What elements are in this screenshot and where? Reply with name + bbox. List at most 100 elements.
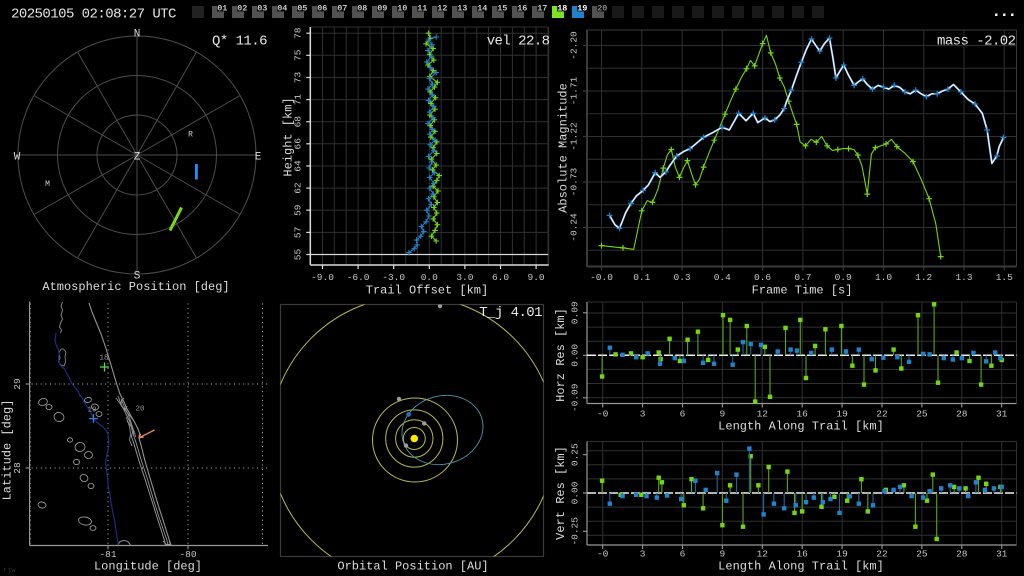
svg-text:75: 75 <box>293 49 304 61</box>
svg-text:19: 19 <box>836 409 848 420</box>
svg-text:0.4: 0.4 <box>714 272 731 283</box>
svg-text:1.2: 1.2 <box>915 272 932 283</box>
svg-text:06: 06 <box>317 3 327 13</box>
svg-text:0.1: 0.1 <box>633 272 650 283</box>
svg-text:18: 18 <box>99 355 108 363</box>
svg-text:22: 22 <box>876 549 888 560</box>
svg-text:12: 12 <box>757 409 769 420</box>
svg-text:16: 16 <box>796 409 808 420</box>
svg-text:11: 11 <box>417 3 427 13</box>
svg-text:28: 28 <box>956 409 968 420</box>
svg-text:0.09: 0.09 <box>570 301 581 324</box>
svg-text:16: 16 <box>796 549 808 560</box>
svg-text:-80: -80 <box>179 549 196 560</box>
svg-text:3: 3 <box>640 549 646 560</box>
svg-text:13: 13 <box>457 3 467 13</box>
svg-text:29: 29 <box>12 378 23 390</box>
svg-text:20250105 02:08:27 UTC: 20250105 02:08:27 UTC <box>11 7 176 23</box>
svg-text:03: 03 <box>257 3 267 13</box>
svg-text:6: 6 <box>680 409 686 420</box>
svg-text:02: 02 <box>237 3 247 13</box>
svg-text:0.00: 0.00 <box>570 481 581 504</box>
svg-text:57: 57 <box>293 227 304 238</box>
svg-text:31: 31 <box>996 549 1008 560</box>
svg-text:-81: -81 <box>99 549 116 560</box>
svg-text:0.0: 0.0 <box>421 272 438 283</box>
svg-text:04: 04 <box>277 3 287 13</box>
svg-text:15: 15 <box>497 3 507 13</box>
svg-text:3.0: 3.0 <box>456 272 473 283</box>
svg-text:18: 18 <box>557 3 567 13</box>
svg-text:-0: -0 <box>597 409 609 420</box>
svg-text:0.3: 0.3 <box>674 272 691 283</box>
svg-text:0.25: 0.25 <box>570 443 581 466</box>
svg-text:07: 07 <box>337 3 347 13</box>
svg-text:19: 19 <box>87 407 96 415</box>
svg-text:25: 25 <box>916 409 928 420</box>
svg-text:14: 14 <box>477 3 487 13</box>
svg-text:R: R <box>188 131 193 140</box>
svg-text:1.0: 1.0 <box>875 272 892 283</box>
svg-text:-9.0: -9.0 <box>311 272 334 283</box>
svg-text:-0.0: -0.0 <box>590 272 613 283</box>
svg-text:12: 12 <box>757 549 769 560</box>
svg-text:M: M <box>45 180 50 189</box>
svg-text:Latitude [deg]: Latitude [deg] <box>1 400 15 501</box>
svg-text:22: 22 <box>876 409 888 420</box>
svg-text:25: 25 <box>916 549 928 560</box>
svg-text:78: 78 <box>293 27 304 39</box>
svg-text:Absolute Magnitude: Absolute Magnitude <box>557 83 571 213</box>
svg-text:Length Along Trail [km]: Length Along Trail [km] <box>718 420 884 434</box>
svg-text:59: 59 <box>293 204 304 216</box>
svg-text:Frame Time [s]: Frame Time [s] <box>752 284 853 298</box>
svg-text:-3.0: -3.0 <box>382 272 405 283</box>
svg-text:E: E <box>255 152 262 164</box>
svg-text:vel 22.8: vel 22.8 <box>487 34 550 50</box>
svg-text:Vert Res [km]: Vert Res [km] <box>554 446 568 540</box>
svg-text:0.6: 0.6 <box>754 272 771 283</box>
svg-text:0.9: 0.9 <box>835 272 852 283</box>
svg-text:16: 16 <box>517 3 527 13</box>
svg-text:rjw: rjw <box>3 567 16 575</box>
svg-text:3: 3 <box>640 409 646 420</box>
svg-text:Height [km]: Height [km] <box>282 97 296 176</box>
svg-text:08: 08 <box>357 3 367 13</box>
svg-text:12: 12 <box>437 3 447 13</box>
svg-text:Orbital Position [AU]: Orbital Position [AU] <box>337 560 488 574</box>
svg-text:-6.0: -6.0 <box>347 272 370 283</box>
svg-text:-0: -0 <box>597 549 609 560</box>
svg-text:Z: Z <box>134 152 141 164</box>
svg-text:05: 05 <box>297 3 307 13</box>
svg-text:Length Along Trail [km]: Length Along Trail [km] <box>718 560 884 574</box>
svg-text:-0.09: -0.09 <box>570 383 581 412</box>
svg-text:20: 20 <box>135 406 145 414</box>
svg-text:T_j 4.01: T_j 4.01 <box>479 305 542 321</box>
svg-text:6.0: 6.0 <box>492 272 509 283</box>
svg-text:0.7: 0.7 <box>794 272 811 283</box>
svg-text:73: 73 <box>293 72 304 84</box>
svg-text:17: 17 <box>537 3 547 13</box>
svg-text:Atmospheric Position [deg]: Atmospheric Position [deg] <box>42 280 229 294</box>
svg-text:55: 55 <box>293 249 304 261</box>
svg-text:Horz Res [km]: Horz Res [km] <box>554 308 568 402</box>
svg-text:10: 10 <box>397 3 407 13</box>
svg-text:62: 62 <box>293 182 304 194</box>
svg-text:28: 28 <box>956 549 968 560</box>
svg-text:9.0: 9.0 <box>528 272 545 283</box>
svg-text:0.00: 0.00 <box>570 344 581 367</box>
svg-text:-0.24: -0.24 <box>569 213 580 242</box>
svg-text:09: 09 <box>377 3 387 13</box>
svg-text:Longitude [deg]: Longitude [deg] <box>94 560 202 574</box>
svg-text:-2.20: -2.20 <box>569 31 580 60</box>
svg-text:19: 19 <box>836 549 848 560</box>
svg-text:9: 9 <box>720 549 726 560</box>
svg-text:1.5: 1.5 <box>996 272 1013 283</box>
svg-text:31: 31 <box>996 409 1008 420</box>
svg-text:20: 20 <box>597 3 607 13</box>
svg-text:Trail Offset [km]: Trail Offset [km] <box>366 284 488 298</box>
svg-text:19: 19 <box>577 3 587 13</box>
svg-text:W: W <box>14 152 21 164</box>
svg-text:9: 9 <box>720 409 726 420</box>
svg-text:-0.25: -0.25 <box>570 517 581 546</box>
svg-text:6: 6 <box>680 549 686 560</box>
